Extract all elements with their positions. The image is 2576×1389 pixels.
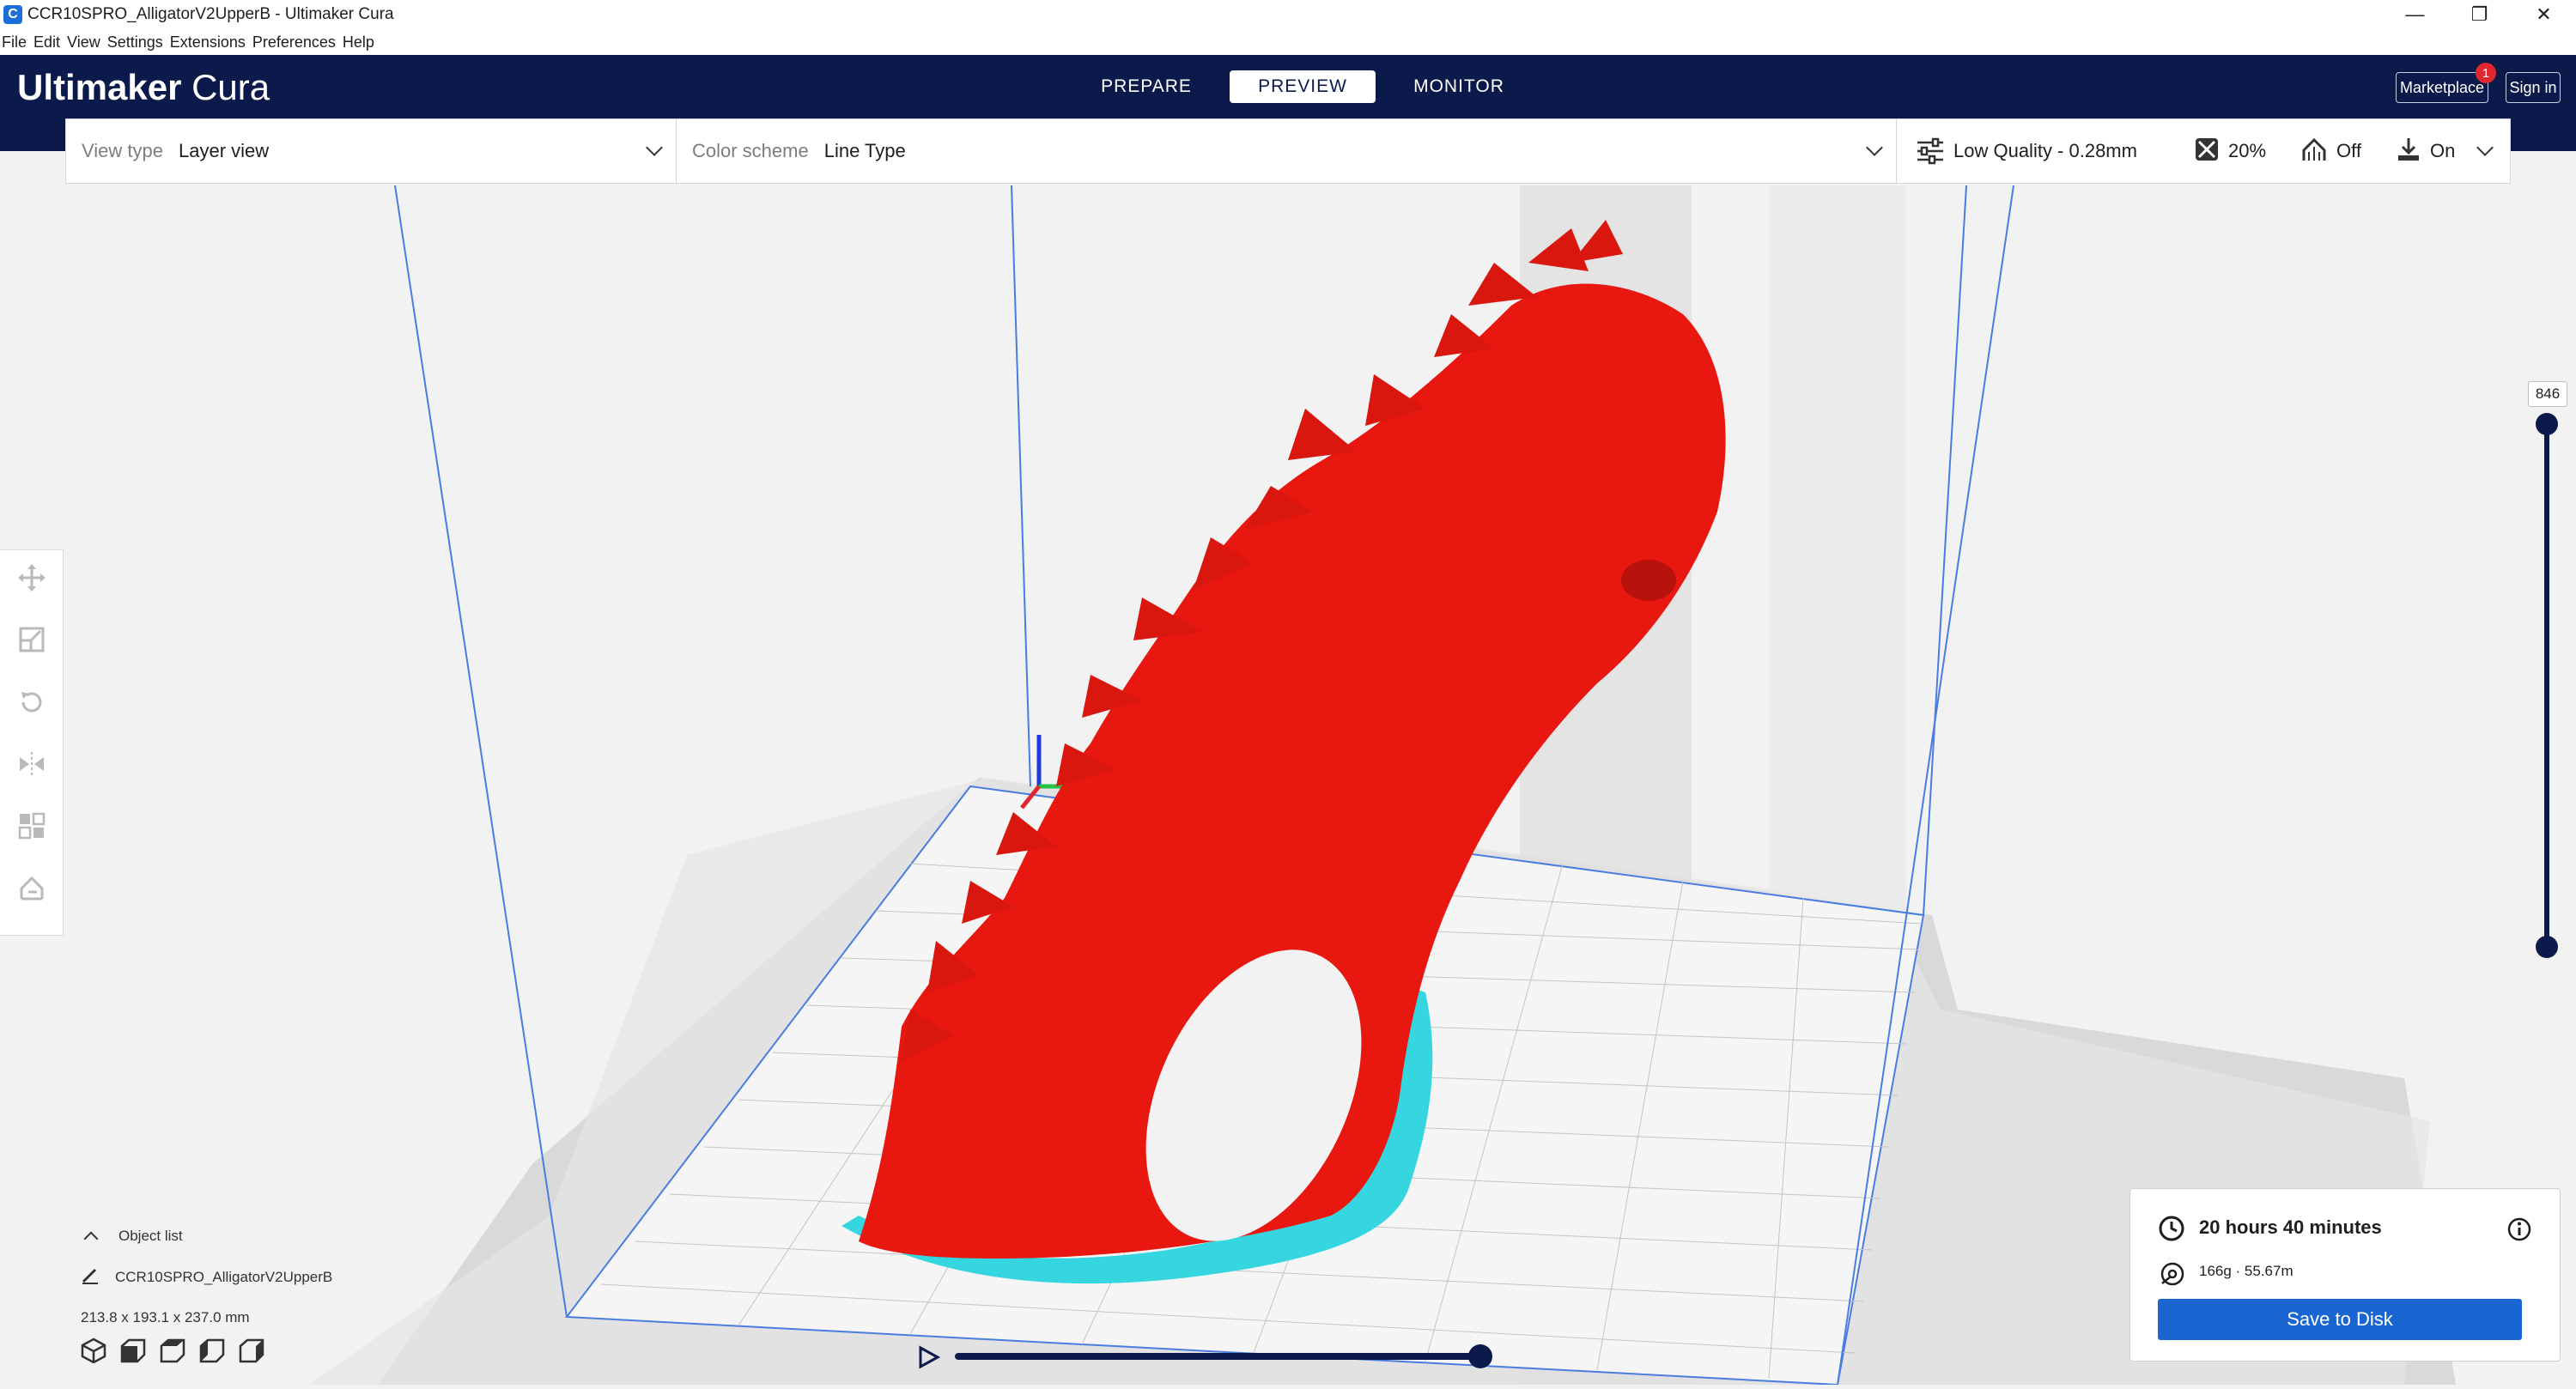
move-icon (17, 564, 46, 592)
rotate-tool[interactable] (15, 687, 49, 718)
marketplace-button[interactable]: Marketplace 1 (2396, 63, 2496, 103)
menu-preferences[interactable]: Preferences (252, 33, 336, 52)
color-scheme-value: Line Type (823, 140, 906, 161)
mirror-tool[interactable] (15, 749, 49, 779)
move-tool[interactable] (15, 562, 49, 593)
quality-profile: Low Quality - 0.28mm (1953, 140, 2137, 161)
menu-extensions[interactable]: Extensions (170, 33, 246, 52)
filament-spool-icon (2160, 1262, 2184, 1286)
play-icon[interactable] (915, 1344, 941, 1370)
right-view-icon[interactable] (239, 1337, 264, 1363)
chevron-down-icon (1866, 139, 1883, 156)
print-settings-summary[interactable]: Low Quality - 0.28mm 20% Off On (1897, 119, 2510, 183)
menu-help[interactable]: Help (343, 33, 374, 52)
infill-value: 20% (2227, 140, 2267, 161)
simulation-slider-handle[interactable] (1468, 1344, 1492, 1368)
3d-view-icon[interactable] (81, 1337, 106, 1363)
scale-icon (19, 627, 44, 652)
z-axis-rail-right (1769, 185, 1906, 941)
object-name: CCR10SPRO_AlligatorV2UpperB (115, 1268, 333, 1285)
info-icon[interactable] (2506, 1216, 2532, 1242)
layer-number-input[interactable]: 846 (2528, 381, 2567, 407)
color-scheme-dropdown[interactable]: Color scheme Line Type (677, 119, 1897, 183)
sign-in-label: Sign in (2509, 78, 2557, 96)
support-blocker-tool[interactable] (15, 873, 49, 904)
adhesion-icon (2396, 136, 2421, 166)
support-value: Off (2336, 140, 2361, 161)
logo-bold: Ultimaker (17, 67, 182, 107)
marketplace-label: Marketplace (2399, 78, 2485, 96)
notification-badge: 1 (2476, 63, 2496, 83)
object-list-toggle[interactable]: Object list (81, 1228, 332, 1246)
support-blocker-icon (20, 876, 43, 901)
tool-panel (0, 549, 64, 936)
material-usage: 166g · 55.67m (2199, 1263, 2293, 1279)
maximize-button[interactable]: ❐ (2447, 0, 2512, 29)
save-to-disk-button[interactable]: Save to Disk (2158, 1299, 2522, 1340)
cura-app-icon: C (3, 5, 22, 24)
support-icon (2300, 136, 2328, 166)
print-info-panel: 20 hours 40 minutes 166g · 55.67m Save t… (2129, 1188, 2561, 1362)
chevron-down-icon (2476, 139, 2494, 156)
adhesion-value: On (2429, 140, 2456, 161)
simulation-slider-track[interactable] (955, 1353, 1479, 1360)
per-model-settings-icon (18, 813, 45, 840)
view-type-value: Layer view (178, 140, 270, 161)
window-titlebar: C CCR10SPRO_AlligatorV2UpperB - Ultimake… (0, 0, 2576, 29)
view-type-dropdown[interactable]: View type Layer view (66, 119, 677, 183)
stage-tabs: PREPARE PREVIEW MONITOR (1073, 70, 1542, 103)
sign-in-button[interactable]: Sign in (2506, 72, 2561, 103)
per-model-settings-tool[interactable] (15, 810, 49, 841)
window-title: CCR10SPRO_AlligatorV2UpperB - Ultimaker … (27, 5, 394, 23)
scale-tool[interactable] (15, 624, 49, 655)
menu-bar: File Edit View Settings Extensions Prefe… (0, 29, 2576, 55)
object-list: Object list CCR10SPRO_AlligatorV2UpperB … (81, 1228, 332, 1326)
menu-view[interactable]: View (67, 33, 100, 52)
front-view-icon[interactable] (120, 1337, 146, 1363)
settings-sliders-icon (1916, 136, 1945, 166)
mirror-icon (19, 752, 44, 777)
top-view-icon[interactable] (160, 1337, 185, 1363)
tab-preview[interactable]: PREVIEW (1230, 70, 1376, 103)
window-controls: — ❐ ✕ (2383, 0, 2576, 29)
chevron-up-icon (83, 1231, 99, 1246)
model-hole-small (1621, 560, 1676, 601)
chevron-down-icon (646, 139, 663, 156)
view-type-label: View type (82, 140, 163, 161)
object-list-title: Object list (118, 1228, 183, 1244)
logo-light: Cura (191, 67, 270, 107)
minimize-button[interactable]: — (2383, 0, 2447, 29)
clock-icon (2159, 1216, 2184, 1241)
layer-slider-bottom-handle[interactable] (2536, 936, 2558, 958)
close-button[interactable]: ✕ (2512, 0, 2576, 29)
camera-view-buttons (81, 1337, 264, 1363)
infill-icon (2194, 136, 2220, 166)
view-toolbar: View type Layer view Color scheme Line T… (65, 118, 2511, 184)
layer-slider-track[interactable] (2544, 424, 2549, 948)
app-logo: Ultimaker Cura (17, 67, 270, 108)
print-time: 20 hours 40 minutes (2199, 1216, 2382, 1238)
object-list-item[interactable]: CCR10SPRO_AlligatorV2UpperB (81, 1265, 332, 1289)
pencil-icon (81, 1265, 100, 1289)
layer-slider-top-handle[interactable] (2536, 413, 2558, 435)
menu-edit[interactable]: Edit (33, 33, 60, 52)
left-view-icon[interactable] (199, 1337, 225, 1363)
color-scheme-label: Color scheme (692, 140, 809, 161)
rotate-icon (21, 691, 41, 713)
tab-monitor[interactable]: MONITOR (1386, 70, 1532, 103)
menu-file[interactable]: File (2, 33, 27, 52)
object-dimensions: 213.8 x 193.1 x 237.0 mm (81, 1309, 250, 1325)
tab-prepare[interactable]: PREPARE (1073, 70, 1219, 103)
menu-settings[interactable]: Settings (107, 33, 163, 52)
